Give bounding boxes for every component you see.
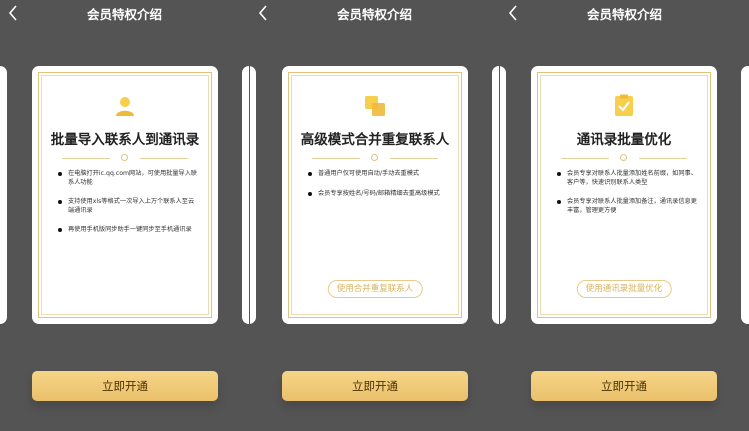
nav-title: 会员特权介绍 [336,7,412,22]
privilege-card: 高级模式合并重复联系人 普通用户仅可使用自动/手动去重模式 会员专享按姓名/号码… [282,66,468,324]
list-item: 会员专享对联系人批量添加姓名前缀，如同事、客户等，快速识别联系人类型 [557,170,699,187]
ornament-divider [561,154,687,162]
panel-merge-duplicates: 会员特权介绍 高级模式合并重复联系人 普通用户仅可使用自动/手动去重模式 会员专… [250,0,499,431]
activate-button[interactable]: 立即开通 [282,371,468,401]
activate-button[interactable]: 立即开通 [32,371,218,401]
next-card-peek[interactable] [492,66,499,324]
prev-card-peek[interactable] [500,66,506,324]
card-title: 通讯录批量优化 [576,132,672,148]
ornament-divider [62,154,188,162]
list-item: 支持使用xls等格式一次导入上万个联系人至云端通讯录 [58,198,200,215]
nav-title: 会员特权介绍 [86,7,162,22]
prev-card-peek[interactable] [250,66,256,324]
card-title: 高级模式合并重复联系人 [300,132,450,148]
use-merge-button[interactable]: 使用合并重复联系人 [327,280,423,298]
list-item: 在电脑打开ic.qq.com网站，可使用批量导入联系人功能 [58,170,200,187]
feature-list: 普通用户仅可使用自动/手动去重模式 会员专享按姓名/号码/邮箱精细去重高级模式 [308,170,450,209]
feature-list: 会员专享对联系人批量添加姓名前缀，如同事、客户等，快速识别联系人类型 会员专享对… [557,170,699,226]
list-item: 会员专享对联系人批量添加备注，通讯录信息更丰富，管理更方便 [557,198,699,215]
activate-button[interactable]: 立即开通 [531,371,717,401]
panel-batch-optimize: 会员特权介绍 通讯录批量优化 会员专享对联系人批量添加姓名前缀，如同事、客户等，… [500,0,749,431]
feature-list: 在电脑打开ic.qq.com网站，可使用批量导入联系人功能 支持使用xls等格式… [58,170,200,246]
card-title: 批量导入联系人到通讯录 [50,132,200,148]
next-card-peek[interactable] [741,66,749,324]
ornament-divider [312,154,438,162]
panel-batch-import: 会员特权介绍 批量导入联系人到通讯录 在电脑打开ic.qq.com网站，可使用批… [0,0,249,431]
nav-title: 会员特权介绍 [586,7,662,22]
list-item: 会员专享按姓名/号码/邮箱精细去重高级模式 [308,190,450,199]
checklist-icon [612,94,636,118]
list-item: 普通用户仅可使用自动/手动去重模式 [308,170,450,179]
person-icon [113,94,137,118]
prev-card-peek[interactable] [0,66,7,324]
use-optimize-button[interactable]: 使用通讯录批量优化 [576,280,672,298]
privilege-card: 批量导入联系人到通讯录 在电脑打开ic.qq.com网站，可使用批量导入联系人功… [32,66,218,324]
list-item: 再使用手机版同步助手一键同步至手机通讯录 [58,226,200,235]
merge-icon [363,94,387,118]
privilege-card: 通讯录批量优化 会员专享对联系人批量添加姓名前缀，如同事、客户等，快速识别联系人… [531,66,717,324]
next-card-peek[interactable] [242,66,249,324]
